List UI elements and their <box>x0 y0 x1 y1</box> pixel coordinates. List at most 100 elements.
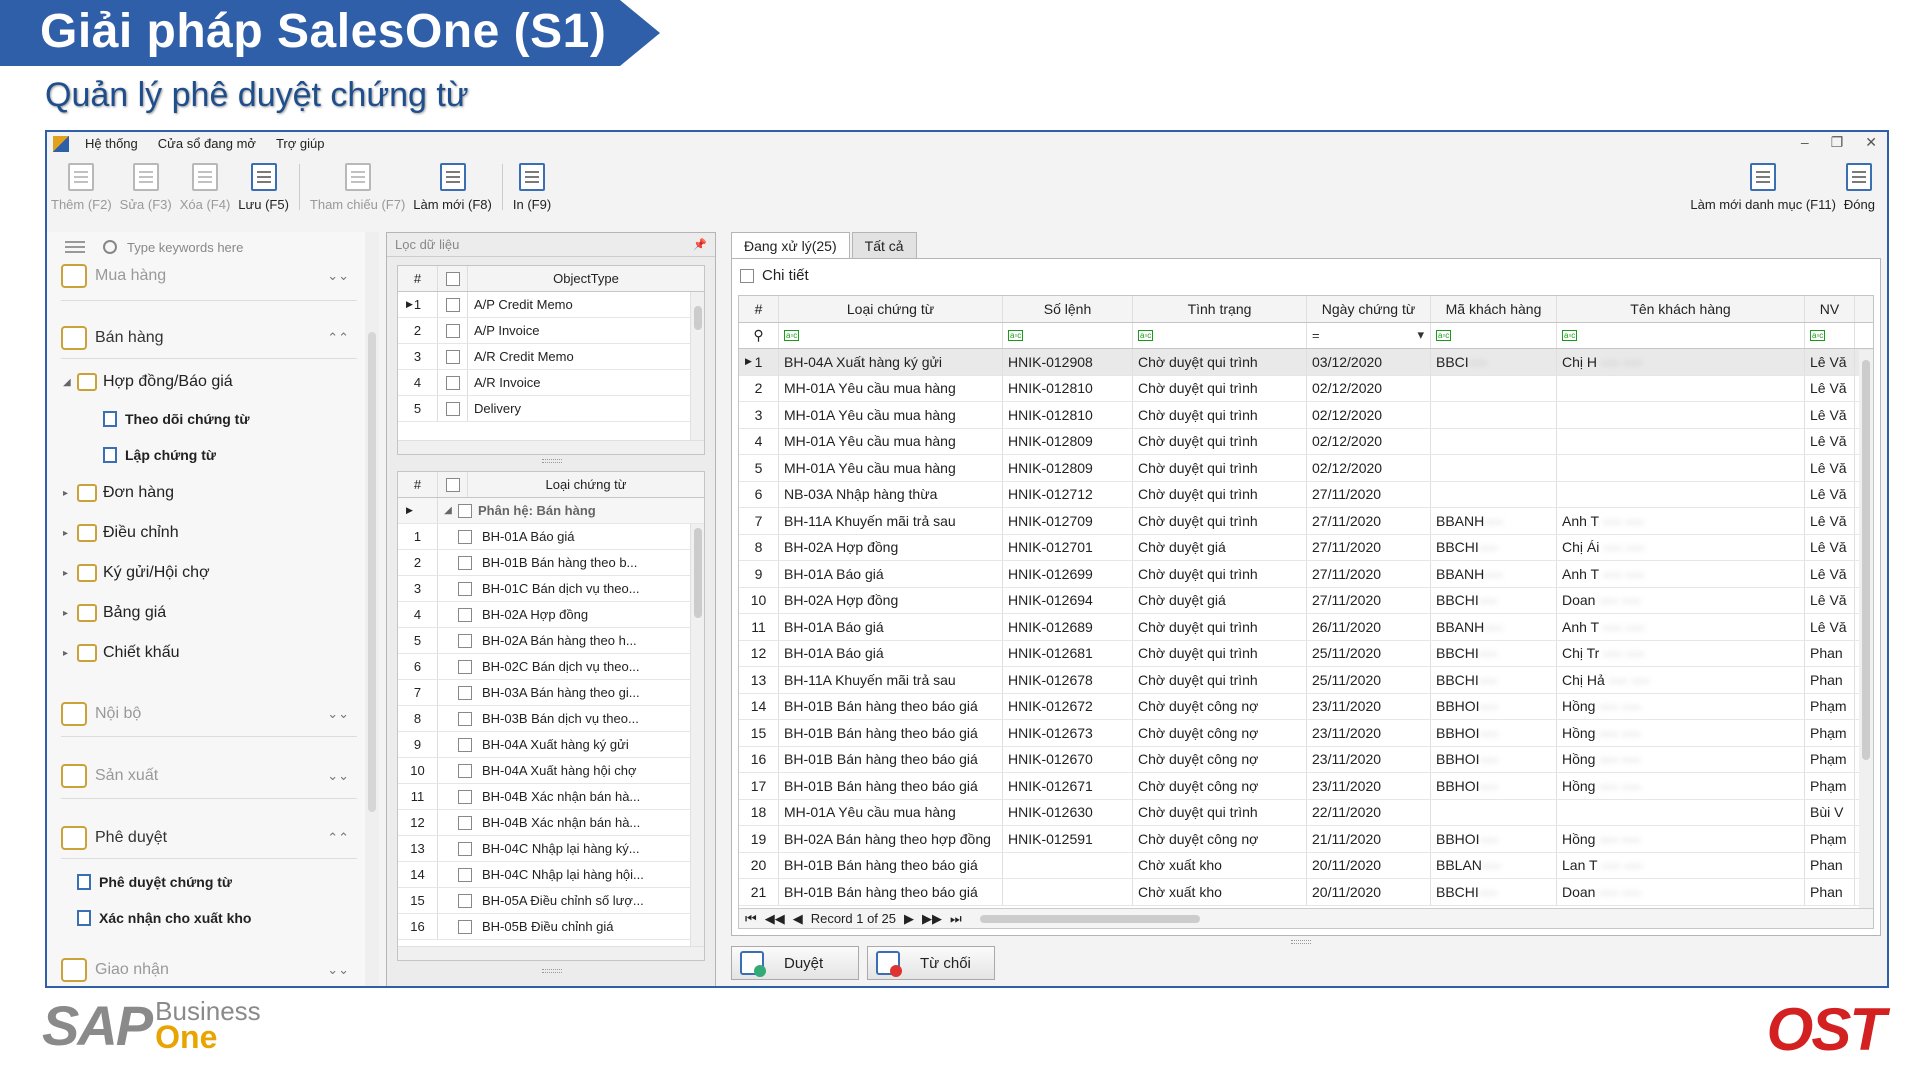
last-record-icon[interactable]: ⏭ <box>950 911 962 927</box>
reference-button[interactable]: Tham chiếu (F7) <box>306 156 409 218</box>
table-row[interactable]: 14 BH-01B Bán hàng theo báo giá HNIK-01267… <box>739 693 1873 720</box>
list-item[interactable]: 2 A/P Invoice <box>398 318 704 344</box>
list-item[interactable]: 7 BH-03A Bán hàng theo gi... <box>398 680 704 706</box>
filter-doc-date[interactable]: = ▾ <box>1307 322 1431 348</box>
table-row[interactable]: 6 NB-03A Nhập hàng thừa HNIK-012712 Chờ duy… <box>739 481 1873 508</box>
approve-button[interactable]: Duyệt <box>731 946 859 980</box>
checkbox[interactable] <box>445 401 460 416</box>
scroll-thumb[interactable] <box>694 306 702 330</box>
horizontal-scrollbar[interactable] <box>398 946 704 960</box>
row-checkbox-cell[interactable] <box>438 344 468 369</box>
checkbox[interactable] <box>458 581 472 596</box>
table-row[interactable]: 15 BH-01B Bán hàng theo báo giá HNIK-01267… <box>739 720 1873 747</box>
nav-group-production[interactable]: Sản xuất ⌄⌄ <box>61 760 357 792</box>
group-row[interactable]: ▶ ◢ Phân hệ: Bán hàng <box>398 498 704 524</box>
nav-search[interactable]: Type keywords here <box>47 232 366 262</box>
tab-processing[interactable]: Đang xử lý(25) <box>731 232 850 258</box>
table-row[interactable]: 2 MH-01A Yêu cầu mua hàng HNIK-012810 Chờ d… <box>739 375 1873 402</box>
grid-vertical-scrollbar[interactable] <box>1859 350 1873 908</box>
checkbox[interactable] <box>458 529 472 544</box>
checkbox[interactable] <box>458 919 472 934</box>
list-item[interactable]: 14 BH-04C Nhập lại hàng hội... <box>398 862 704 888</box>
header-doc-type[interactable]: Loại chứng từ <box>468 477 704 492</box>
minimize-icon[interactable]: – <box>1801 134 1809 151</box>
checkbox[interactable] <box>445 477 460 492</box>
filter-status[interactable]: a▫c <box>1133 322 1307 348</box>
row-checkbox-cell[interactable] <box>438 370 468 395</box>
filter-customer-code[interactable]: a▫c <box>1431 322 1557 348</box>
splitter-grip[interactable] <box>542 459 562 463</box>
list-item[interactable]: 12 BH-04B Xác nhận bán hà... <box>398 810 704 836</box>
splitter-grip[interactable] <box>1291 940 1311 944</box>
filter-doc-type[interactable]: a▫c <box>779 322 1003 348</box>
table-row[interactable]: 13 BH-11A Khuyến mãi trả sau HNIK-012678 Ch… <box>739 667 1873 694</box>
filter-customer-name[interactable]: a▫c <box>1557 322 1805 348</box>
detail-checkbox[interactable] <box>740 268 754 283</box>
nav-group-internal[interactable]: Nội bộ ⌄⌄ <box>61 698 357 730</box>
table-row[interactable]: 20 BH-01B Bán hàng theo báo giá Chờ xuất k… <box>739 852 1873 879</box>
filter-order-no[interactable]: a▫c <box>1003 322 1133 348</box>
checkbox[interactable] <box>458 789 472 804</box>
nav-item-confirm-issue[interactable]: Xác nhận cho xuất kho <box>77 905 251 931</box>
list-item[interactable]: 3 A/R Credit Memo <box>398 344 704 370</box>
table-row[interactable]: 9 BH-01A Báo giá HNIK-012699 Chờ duyệt qui … <box>739 561 1873 588</box>
horizontal-scrollbar[interactable] <box>398 440 704 454</box>
checkbox[interactable] <box>458 737 472 752</box>
nav-node-discount[interactable]: ▸ Chiết khấu <box>63 640 180 666</box>
save-button[interactable]: Lưu (F5) <box>234 156 293 218</box>
checkbox[interactable] <box>458 893 472 908</box>
tab-all[interactable]: Tất cả <box>851 232 917 258</box>
checkbox[interactable] <box>458 841 472 856</box>
table-row[interactable]: 10 BH-02A Hợp đồng HNIK-012694 Chờ duyệt gi… <box>739 587 1873 614</box>
menu-open-windows[interactable]: Cửa sổ đang mở <box>148 132 266 156</box>
scroll-thumb[interactable] <box>694 528 702 618</box>
vertical-scrollbar[interactable] <box>690 292 704 440</box>
select-all-checkbox[interactable] <box>438 266 468 291</box>
table-row[interactable]: 11 BH-01A Báo giá HNIK-012689 Chờ duyệt qui… <box>739 614 1873 641</box>
table-row[interactable]: ▶ 1 BH-04A Xuất hàng ký gửi HNIK-012908 Chờ … <box>739 349 1873 376</box>
nav-group-sales[interactable]: Bán hàng ⌃⌃ <box>61 322 357 354</box>
close-form-button[interactable]: Đóng <box>1840 156 1879 218</box>
list-item[interactable]: 6 BH-02C Bán dịch vụ theo... <box>398 654 704 680</box>
prev-record-icon[interactable]: ◀ <box>793 911 803 927</box>
row-checkbox-cell[interactable] <box>438 318 468 343</box>
hamburger-icon[interactable] <box>65 241 85 253</box>
row-checkbox-cell[interactable] <box>438 396 468 421</box>
nav-group-purchasing[interactable]: Mua hàng ⌄⌄ <box>61 260 357 292</box>
list-item[interactable]: 5 BH-02A Bán hàng theo h... <box>398 628 704 654</box>
checkbox[interactable] <box>445 349 460 364</box>
horizontal-scrollbar[interactable] <box>979 914 1200 923</box>
nav-scrollbar[interactable] <box>365 232 379 986</box>
list-item[interactable]: 4 BH-02A Hợp đồng <box>398 602 704 628</box>
menu-system[interactable]: Hệ thống <box>75 132 148 156</box>
checkbox[interactable] <box>445 297 460 312</box>
nav-node-price[interactable]: ▸ Bảng giá <box>63 600 166 626</box>
list-item[interactable]: 16 BH-05B Điều chỉnh giá <box>398 914 704 940</box>
checkbox[interactable] <box>445 323 460 338</box>
list-item[interactable]: 10 BH-04A Xuất hàng hội chợ <box>398 758 704 784</box>
list-item[interactable]: 11 BH-04B Xác nhận bán hà... <box>398 784 704 810</box>
checkbox[interactable] <box>458 685 472 700</box>
list-item[interactable]: 4 A/R Invoice <box>398 370 704 396</box>
list-item[interactable]: 8 BH-03B Bán dịch vụ theo... <box>398 706 704 732</box>
splitter-grip[interactable] <box>542 969 562 973</box>
table-row[interactable]: 18 MH-01A Yêu cầu mua hàng HNIK-012630 Chờ … <box>739 799 1873 826</box>
refresh-button[interactable]: Làm mới (F8) <box>409 156 496 218</box>
reject-button[interactable]: Từ chối <box>867 946 995 980</box>
nav-node-order[interactable]: ▸ Đơn hàng <box>63 480 174 506</box>
list-item[interactable]: ▶ 1 A/P Credit Memo <box>398 292 704 318</box>
table-row[interactable]: 21 BH-01B Bán hàng theo báo giá Chờ xuất k… <box>739 879 1873 906</box>
dropdown-icon[interactable]: ▾ <box>1417 327 1424 343</box>
menu-help[interactable]: Trợ giúp <box>266 132 335 156</box>
nav-group-receiving[interactable]: Giao nhận ⌄⌄ <box>61 954 357 986</box>
checkbox[interactable] <box>458 659 472 674</box>
table-row[interactable]: 3 MH-01A Yêu cầu mua hàng HNIK-012810 Chờ d… <box>739 402 1873 429</box>
nav-node-contract[interactable]: ◢ Hợp đồng/Báo giá <box>63 369 233 395</box>
table-row[interactable]: 5 MH-01A Yêu cầu mua hàng HNIK-012809 Chờ d… <box>739 455 1873 482</box>
nav-group-approval[interactable]: Phê duyệt ⌃⌃ <box>61 822 357 854</box>
scroll-thumb[interactable] <box>368 332 376 812</box>
group-checkbox[interactable] <box>458 503 472 518</box>
col-customer-name[interactable]: Tên khách hàng <box>1557 296 1805 322</box>
list-item[interactable]: 15 BH-05A Điều chỉnh số lượ... <box>398 888 704 914</box>
checkbox[interactable] <box>458 763 472 778</box>
